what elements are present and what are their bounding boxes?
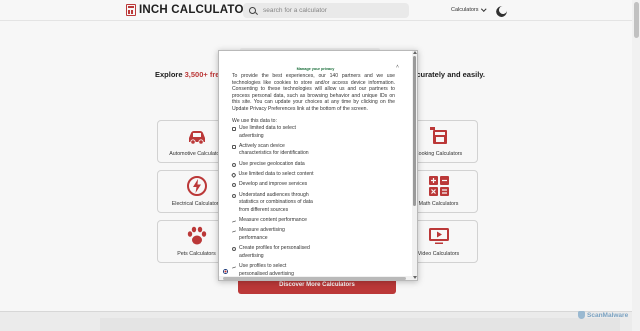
advertising-icon: [232, 127, 236, 131]
chart-line-icon: [231, 230, 237, 233]
page-scrollbar[interactable]: [632, 0, 640, 331]
audience-icon: [232, 193, 236, 198]
scroll-down-arrow-icon[interactable]: [412, 276, 417, 279]
purpose-text: Actively scan device characteristics for…: [239, 142, 309, 157]
privacy-modal-title: Manage your privacy: [296, 67, 335, 71]
purpose-text: Measure content performance: [239, 217, 307, 224]
modal-horizontal-scrollbar[interactable]: [219, 276, 412, 280]
purpose-item: Measure advertising performance: [231, 227, 314, 242]
chart-line-icon: [231, 266, 237, 269]
scroll-up-arrow-icon[interactable]: [412, 51, 417, 54]
purpose-text: Use limited data to select content: [238, 171, 314, 178]
uk-flag-icon[interactable]: [223, 269, 228, 274]
location-icon: [232, 162, 236, 167]
scan-icon: [232, 144, 236, 149]
profile-icon: [232, 247, 236, 252]
purpose-item: Use profiles to select personalised adve…: [231, 263, 314, 276]
heart-icon: [231, 172, 237, 178]
privacy-intro-text: To provide the best experiences, our 140…: [232, 73, 395, 112]
purpose-text: Use profiles to select personalised adve…: [239, 263, 294, 276]
purpose-item: Use limited data to select advertising: [232, 125, 314, 140]
modal-scrollbar-thumb[interactable]: [413, 56, 416, 206]
purpose-item: Develop and improve services: [232, 181, 314, 189]
privacy-consent-modal: Manage your privacy ˄ To provide the bes…: [218, 50, 418, 281]
modal-scrollbar[interactable]: [412, 51, 417, 280]
gear-icon: [232, 183, 236, 188]
purpose-text: Develop and improve services: [239, 181, 308, 188]
purpose-text: Use limited data to select advertising: [239, 125, 296, 139]
purpose-text: Use precise geolocation data: [239, 160, 305, 167]
purpose-text: Measure advertising performance: [239, 227, 285, 241]
purpose-list: Use limited data to select advertising A…: [231, 125, 314, 276]
purpose-item: Measure content performance: [231, 217, 314, 225]
purpose-item: Create profiles for personalised adverti…: [232, 245, 314, 260]
purpose-item: Use precise geolocation data: [232, 161, 314, 169]
purpose-item: Actively scan device characteristics for…: [232, 143, 314, 158]
purpose-item: Understand audiences through statistics …: [232, 192, 314, 215]
page-scrollbar-thumb[interactable]: [633, 2, 639, 38]
modal-horizontal-scrollbar-thumb[interactable]: [223, 276, 406, 280]
purpose-text: Understand audiences through statistics …: [239, 191, 313, 213]
privacy-use-heading: We use this data to:: [232, 118, 277, 124]
purpose-text: Create profiles for personalised adverti…: [239, 245, 310, 259]
collapse-caret-icon[interactable]: ˄: [396, 64, 399, 70]
chart-line-icon: [231, 220, 237, 223]
privacy-modal-content: Manage your privacy ˄ To provide the bes…: [219, 51, 412, 276]
purpose-item: Use limited data to select content: [231, 171, 314, 179]
